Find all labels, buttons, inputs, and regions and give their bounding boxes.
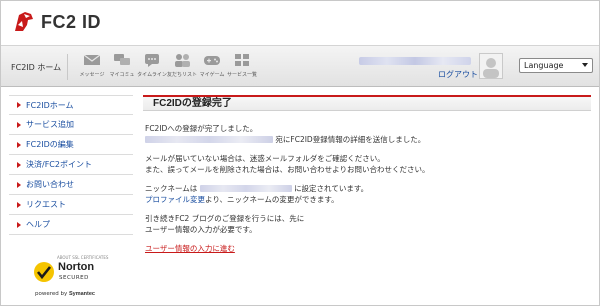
sidebar-item-payment[interactable]: 決済/FC2ポイント (9, 155, 133, 175)
services-icon (235, 54, 249, 66)
sidebar-item-add-service[interactable]: サービス追加 (9, 115, 133, 135)
timeline-icon (145, 54, 159, 67)
avatar[interactable] (479, 53, 503, 79)
top-navbar: FC2ID ホーム メッセージ マイコミュ タイムライン 友だちリスト マイゲー… (1, 45, 599, 87)
nav-icon-bar: メッセージ マイコミュ タイムライン 友だちリスト マイゲーム サービス一覧 (77, 52, 257, 78)
triangle-bullet-icon (17, 181, 21, 188)
sidebar-item-label: リクエスト (26, 200, 66, 209)
language-select[interactable]: Language (519, 58, 593, 73)
sidebar-item-label: サービス追加 (26, 120, 74, 129)
language-select-value: Language (524, 61, 564, 70)
fc2-logo[interactable]: FC2 ID (13, 11, 101, 33)
sidebar-item-label: FC2IDの編集 (26, 140, 74, 149)
sidebar-item-request[interactable]: リクエスト (9, 195, 133, 215)
blurred-user-id (359, 57, 471, 65)
nav-item-label: サービス一覧 (227, 72, 258, 78)
triangle-bullet-icon (17, 161, 21, 168)
powered-by-text: powered by (35, 291, 68, 297)
brand-name: FC2 ID (41, 11, 102, 32)
nav-item-label: メッセージ (79, 72, 105, 78)
chevron-down-icon (582, 63, 588, 67)
sidebar-item-label: 決済/FC2ポイント (26, 160, 92, 169)
default-avatar-icon (480, 54, 502, 78)
blurred-nickname (199, 185, 292, 192)
sidebar-item-home[interactable]: FC2IDホーム (9, 95, 133, 115)
main-content: FC2IDの登録完了 FC2IDへの登録が完了しました。 宛にFC2ID登録情報… (143, 95, 591, 262)
triangle-bullet-icon (17, 141, 21, 148)
logout-link[interactable]: ログアウト (438, 69, 478, 80)
norton-secured-seal[interactable]: ABOUT SSL CERTIFICATES Norton SECURED po… (33, 255, 113, 301)
norton-secured-text: SECURED (59, 275, 89, 281)
game-icon (204, 56, 220, 65)
nav-divider (67, 54, 68, 80)
paragraph-nickname: ニックネームは に設定されています。 プロファイル変更より、ニックネームの変更が… (145, 183, 591, 205)
paragraph-blog: 引き続きFC2 ブログのご登録を行うには、先に ユーザー情報の入力が必要です。 (145, 213, 591, 235)
norton-top-text: ABOUT SSL CERTIFICATES (57, 255, 109, 260)
fc2-horse-logo-icon (15, 12, 33, 31)
nav-item-label: マイコミュ (109, 72, 135, 78)
text-line: FC2IDへの登録が完了しました。 (145, 124, 258, 133)
sidebar-item-help[interactable]: ヘルプ (9, 215, 133, 235)
text-line: メールが届いていない場合は、迷惑メールフォルダをご確認ください。 (145, 154, 385, 163)
header-logo-row: FC2 ID (1, 1, 599, 45)
page-title: FC2IDの登録完了 (153, 98, 232, 109)
nav-item-message[interactable]: メッセージ (77, 52, 107, 78)
symantec-text: Symantec (69, 291, 95, 297)
nav-item-timeline[interactable]: タイムライン (137, 52, 167, 78)
triangle-bullet-icon (17, 221, 21, 228)
text-line: より、ニックネームの変更ができます。 (205, 195, 339, 204)
nav-item-community[interactable]: マイコミュ (107, 52, 137, 78)
triangle-bullet-icon (17, 102, 21, 108)
mail-icon (83, 54, 101, 65)
text-line: 引き続きFC2 ブログのご登録を行うには、先に (145, 214, 305, 223)
paragraph-cta: ユーザー情報の入力に進む (145, 243, 591, 254)
sidebar-item-edit-id[interactable]: FC2IDの編集 (9, 135, 133, 155)
text-line: 宛にFC2ID登録情報の詳細を送信しました。 (275, 135, 426, 144)
message-body: FC2IDへの登録が完了しました。 宛にFC2ID登録情報の詳細を送信しました。… (143, 111, 591, 254)
triangle-bullet-icon (17, 201, 21, 208)
text-line: に設定されています。 (294, 184, 369, 193)
text-line: また、誤ってメールを削除された場合は、お問い合わせよりお問い合わせください。 (145, 165, 430, 174)
norton-brand: Norton (58, 261, 95, 273)
nav-item-game[interactable]: マイゲーム (197, 52, 227, 78)
sidebar-item-label: FC2IDホーム (26, 100, 74, 110)
sidebar: FC2IDホーム サービス追加 FC2IDの編集 決済/FC2ポイント お問い合… (9, 95, 133, 235)
community-icon (114, 54, 130, 65)
nav-home-link[interactable]: FC2ID ホーム (11, 62, 61, 73)
nav-item-label: マイゲーム (199, 72, 225, 78)
page-title-bar: FC2IDの登録完了 (143, 95, 591, 111)
text-line: ニックネームは (145, 184, 198, 193)
norton-checkmark-icon (34, 262, 54, 282)
sidebar-item-label: ヘルプ (26, 220, 50, 229)
profile-change-link[interactable]: プロファイル変更 (145, 195, 205, 204)
norton-powered-by: powered by Symantec (35, 291, 95, 297)
sidebar-item-label: お問い合わせ (26, 180, 74, 189)
text-line: ユーザー情報の入力が必要です。 (145, 225, 257, 234)
triangle-bullet-icon (17, 121, 21, 128)
nav-item-friends[interactable]: 友だちリスト (167, 52, 197, 78)
proceed-user-info-link[interactable]: ユーザー情報の入力に進む (145, 244, 235, 253)
blurred-email (145, 136, 273, 143)
nav-item-label: 友だちリスト (167, 72, 198, 78)
nav-item-services[interactable]: サービス一覧 (227, 52, 257, 78)
paragraph-mail-notice: メールが届いていない場合は、迷惑メールフォルダをご確認ください。 また、誤ってメ… (145, 153, 591, 175)
sidebar-item-contact[interactable]: お問い合わせ (9, 175, 133, 195)
nav-item-label: タイムライン (137, 72, 167, 78)
paragraph-registration: FC2IDへの登録が完了しました。 宛にFC2ID登録情報の詳細を送信しました。 (145, 123, 591, 145)
friends-icon (175, 54, 190, 67)
